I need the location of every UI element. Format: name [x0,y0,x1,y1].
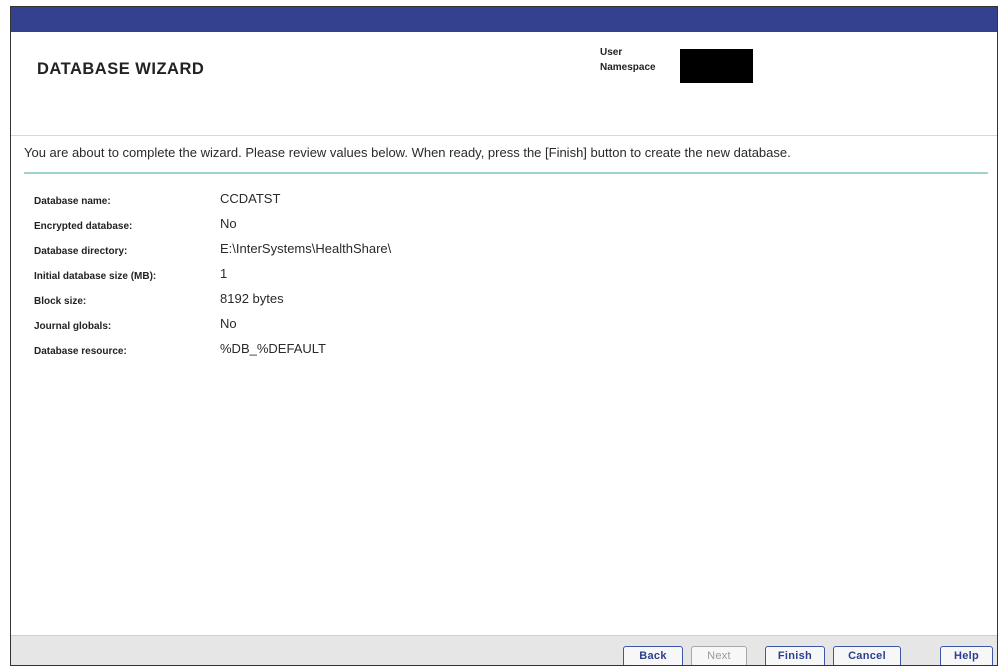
field-label: Encrypted database: [34,221,133,232]
namespace-label: Namespace [600,62,656,73]
field-value: 8192 bytes [220,291,284,306]
redacted-user-namespace [680,49,753,83]
field-value: No [220,216,237,231]
field-label: Database directory: [34,246,128,257]
field-label: Journal globals: [34,321,112,332]
button-bar: Back Next Finish Cancel Help [11,635,997,665]
field-value: CCDATST [220,191,281,206]
help-button[interactable]: Help [940,646,993,665]
field-value: No [220,316,237,331]
field-value: E:\InterSystems\HealthShare\ [220,241,392,256]
page-title: DATABASE WIZARD [37,60,205,78]
next-button: Next [691,646,747,665]
field-value: %DB_%DEFAULT [220,341,326,356]
finish-button[interactable]: Finish [765,646,825,665]
back-button[interactable]: Back [623,646,683,665]
intro-text: You are about to complete the wizard. Pl… [24,145,791,160]
cancel-button[interactable]: Cancel [833,646,901,665]
field-value: 1 [220,266,228,281]
divider [24,172,988,174]
field-label: Initial database size (MB): [34,271,157,282]
title-bar [11,7,997,32]
field-label: Block size: [34,296,87,307]
wizard-window: DATABASE WIZARD User Namespace You are a… [10,6,998,666]
wizard-header [11,32,997,136]
field-label: Database resource: [34,346,127,357]
user-info: User Namespace [600,45,656,75]
user-label: User [600,47,623,58]
field-label: Database name: [34,196,111,207]
